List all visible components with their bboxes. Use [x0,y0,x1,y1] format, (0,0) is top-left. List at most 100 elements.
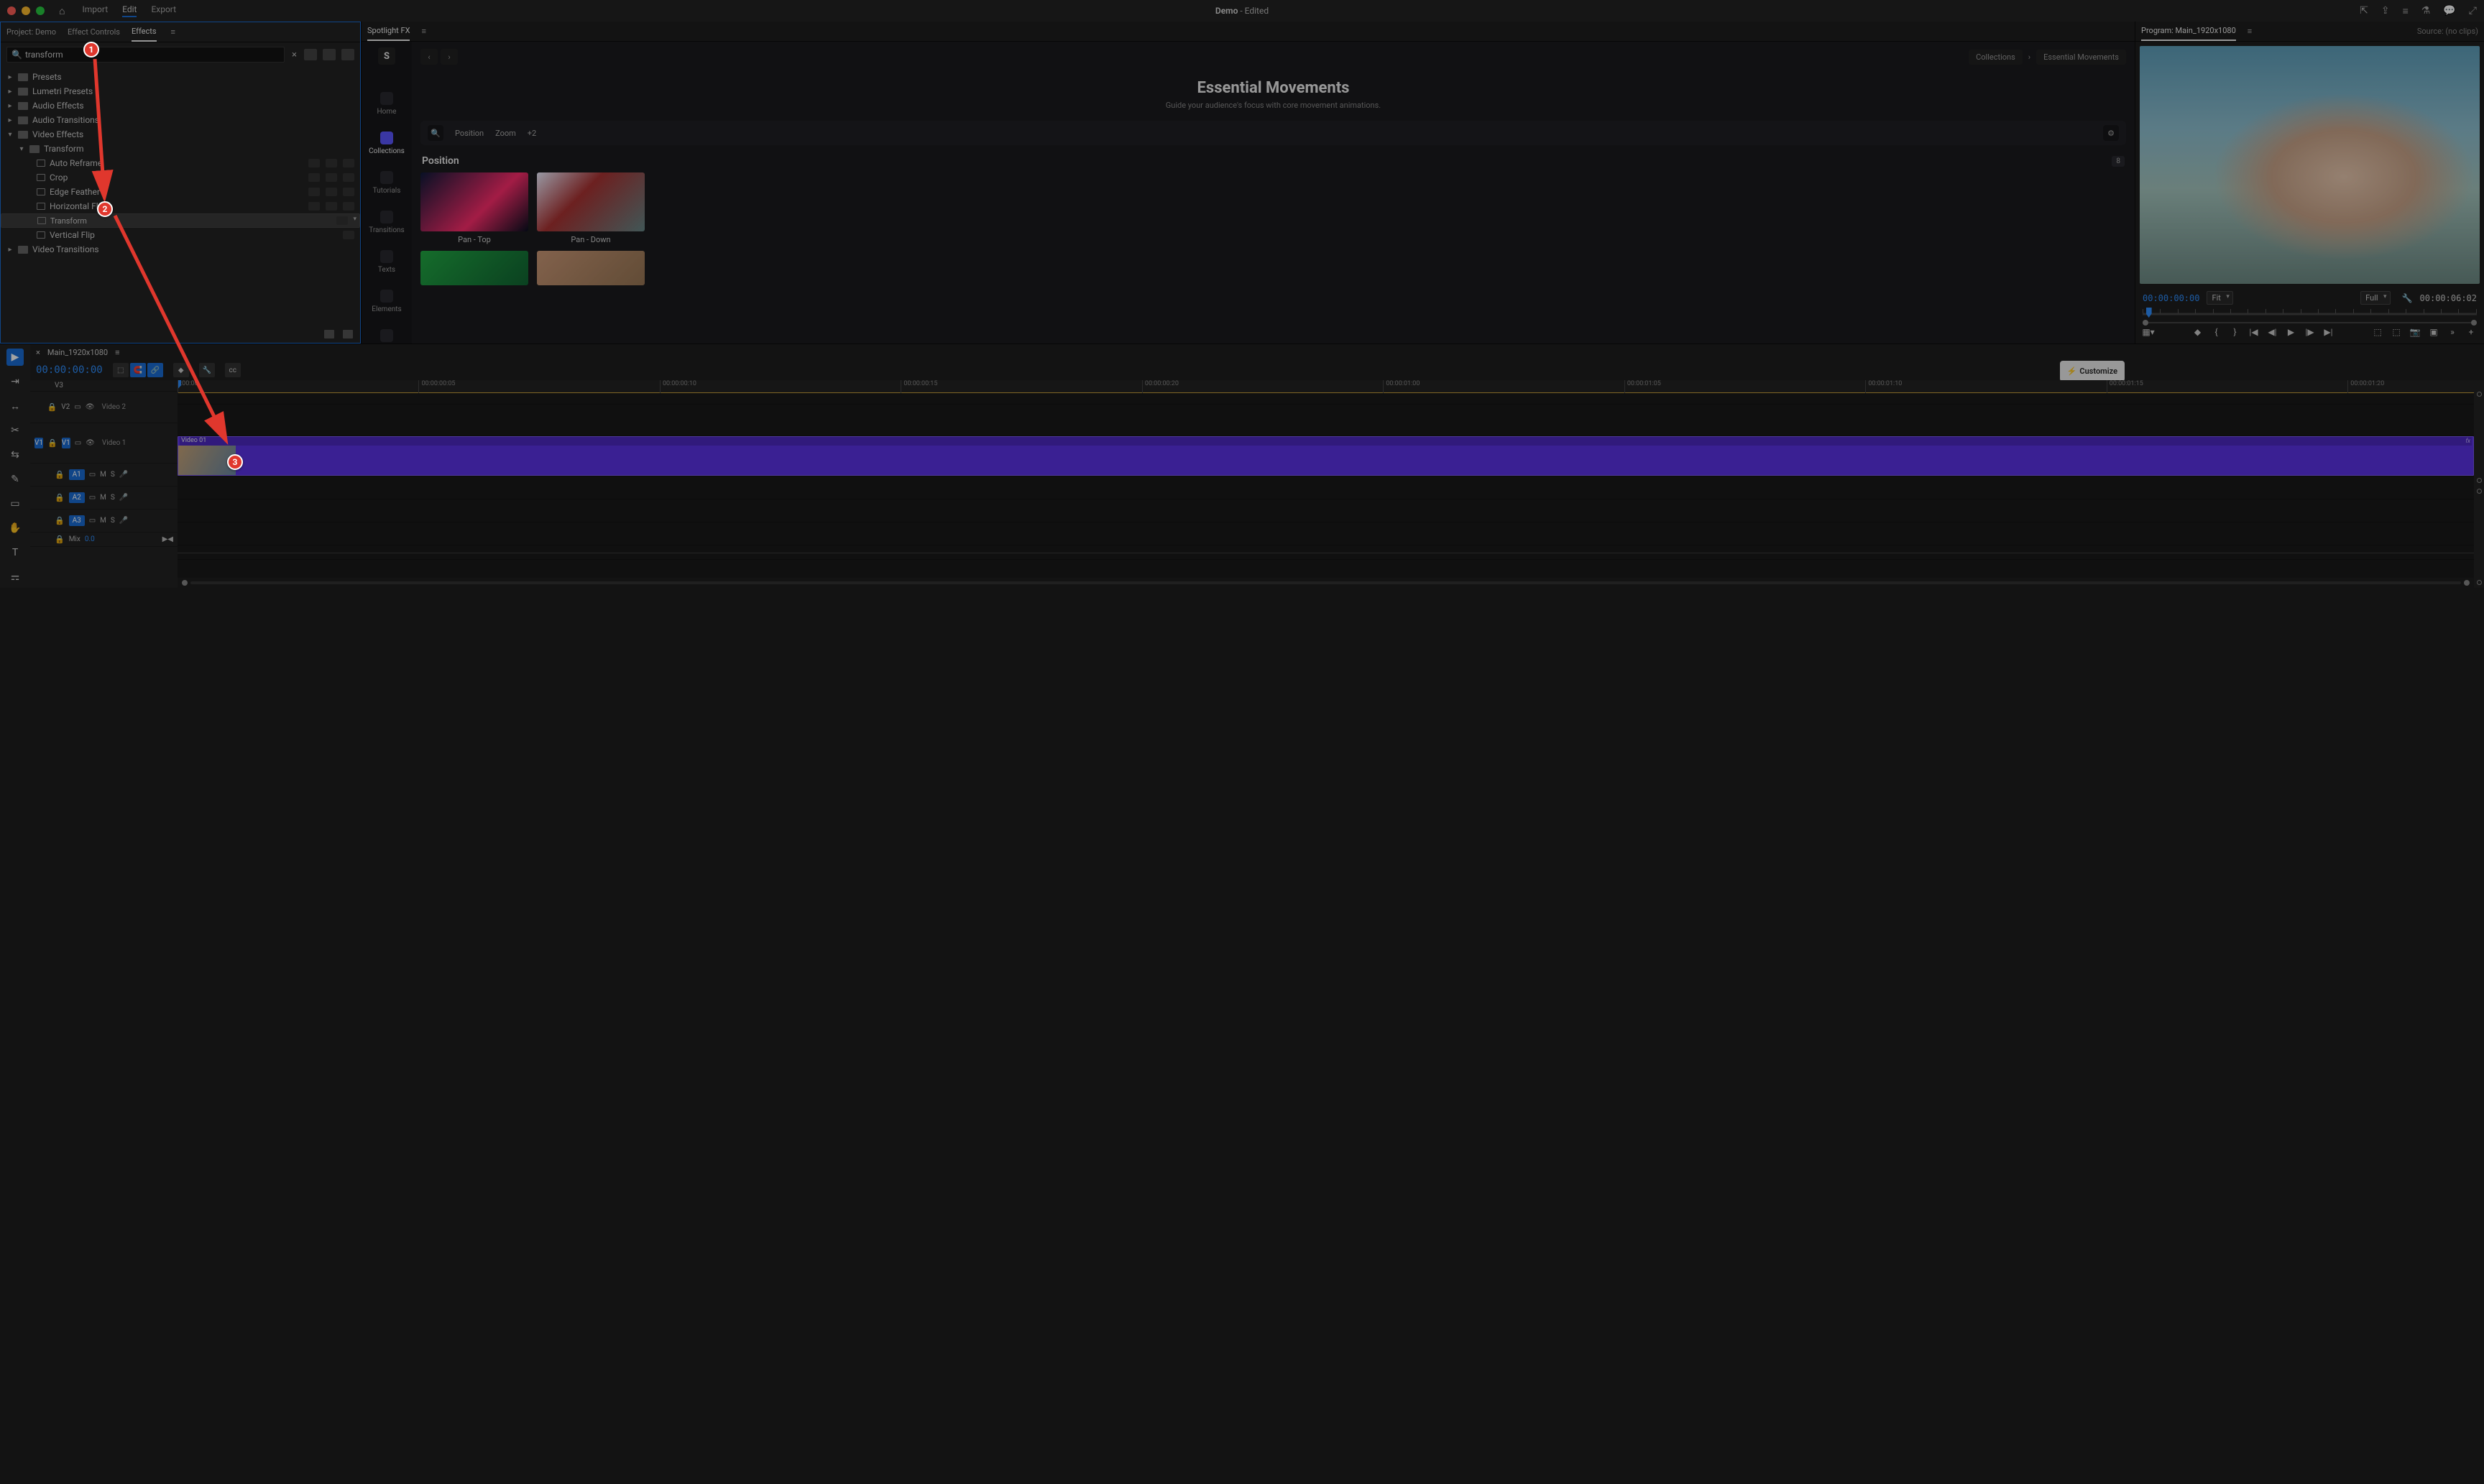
tree-effect-edge-feather[interactable]: Edge Feather [1,185,360,199]
track-target-a1[interactable]: A1 [69,469,85,480]
timeline-clip[interactable]: Video 01 fx [178,436,2474,476]
panel-menu-icon[interactable]: ≡ [115,348,119,357]
program-zoom-select[interactable]: Fit [2207,291,2232,305]
window-maximize-icon[interactable] [36,6,45,15]
plugin-filter-more[interactable]: +2 [528,129,536,138]
solo-icon[interactable]: S [111,517,115,525]
tool-hand[interactable]: ✋ [6,520,24,537]
solo-icon[interactable]: S [111,494,115,502]
workspace-tab-edit[interactable]: Edit [122,4,137,17]
workspace-tab-import[interactable]: Import [82,4,108,17]
track-label[interactable]: V3 [55,382,63,390]
track-eye-icon[interactable]: 👁 [86,439,95,447]
share-icon[interactable]: ⇪ [2381,5,2390,17]
clear-search-icon[interactable]: × [292,50,297,60]
program-scrubber[interactable] [2143,309,2477,319]
track-v-zoom-handle[interactable] [2477,478,2482,483]
add-button-icon[interactable]: + [2465,326,2477,338]
tool-type[interactable]: T [6,544,24,561]
plugin-filter-zoom[interactable]: Zoom [495,129,516,138]
lift-icon[interactable]: ⬚ [2372,326,2383,338]
track-target-a3[interactable]: A3 [69,515,85,526]
comparison-icon[interactable]: ▣ [2428,326,2439,338]
timeline-zoom-track[interactable] [190,581,2461,584]
workspace-tab-export[interactable]: Export [151,4,176,17]
plugin-tab[interactable]: Spotlight FX [367,22,410,41]
step-back-icon[interactable]: ◀| [2267,326,2278,338]
tree-effect-vertical-flip[interactable]: Vertical Flip [1,228,360,242]
tree-folder-lumetri[interactable]: ▸Lumetri Presets [1,84,360,98]
panel-menu-icon[interactable]: ≡ [2248,22,2252,40]
mute-icon[interactable]: M [100,471,106,479]
delete-icon[interactable] [343,330,353,338]
tl-marker-icon[interactable]: ◆ [173,363,189,377]
marker-dropdown-icon[interactable]: ▦▾ [2143,326,2154,338]
add-marker-icon[interactable]: ◆ [2192,326,2204,338]
tree-folder-audiofx[interactable]: ▸Audio Effects [1,98,360,113]
mute-icon[interactable]: M [100,494,106,502]
lock-icon[interactable]: 🔒 [55,470,65,479]
tool-slip[interactable]: ⇆ [6,446,24,464]
plugin-customize-button[interactable]: ⚡ Customize [2060,361,2125,382]
breadcrumb-item[interactable]: Collections [1969,50,2023,65]
timeline-playhead-tc[interactable]: 00:00:00:00 [36,364,103,376]
lock-icon[interactable]: 🔒 [55,493,65,502]
mix-value[interactable]: 0.0 [85,535,95,543]
zoom-handle-left[interactable] [2143,320,2148,326]
breadcrumb-item[interactable]: Essential Movements [2036,50,2126,65]
tl-settings-icon[interactable]: 🔧 [199,363,215,377]
tree-folder-audiotrans[interactable]: ▸Audio Transitions [1,113,360,127]
quick-export-icon[interactable]: ⇱ [2360,5,2368,17]
workspace-menu-icon[interactable]: ≡ [2403,5,2409,17]
mix-collapse-icon[interactable]: ▶◀ [162,535,173,543]
plugin-nav-tutorials[interactable]: Tutorials [362,164,412,202]
panel-menu-icon[interactable]: ≡ [421,22,426,40]
track-toggle-icon[interactable]: ▭ [75,439,81,447]
track-lane-mix[interactable] [178,545,2474,560]
track-target-v1[interactable]: V1 [62,438,70,448]
track-eye-icon[interactable]: 👁 [86,403,95,411]
home-icon[interactable]: ⌂ [59,5,65,17]
new-bin-icon[interactable] [324,330,334,338]
track-lane-v3[interactable] [178,393,2474,405]
tool-pen[interactable]: ✎ [6,471,24,488]
preset-type-icon[interactable] [341,49,354,60]
tree-effect-horizontal-flip[interactable]: Horizontal Flip [1,199,360,213]
program-resolution-select[interactable]: Full [2360,291,2390,305]
tree-effect-crop[interactable]: Crop [1,170,360,185]
go-to-out-icon[interactable]: ▶| [2323,326,2334,338]
program-monitor-viewport[interactable] [2140,46,2480,284]
plugin-nav-texts[interactable]: Texts [362,243,412,281]
tab-effect-controls[interactable]: Effect Controls [68,23,120,41]
mark-out-icon[interactable]: } [2230,326,2241,338]
tab-effects[interactable]: Effects [132,22,157,42]
tree-effect-auto-reframe[interactable]: Auto Reframe [1,156,360,170]
tool-ripple[interactable]: ↔ [6,397,24,415]
window-minimize-icon[interactable] [22,6,30,15]
lock-icon[interactable]: 🔒 [47,438,58,448]
comments-icon[interactable]: 💬 [2443,5,2455,17]
tree-effect-transform[interactable]: Transform [1,213,360,228]
tl-captions-icon[interactable]: cc [225,363,241,377]
plugin-filter-position[interactable]: Position [455,129,484,138]
tool-track-select[interactable]: ⇥ [6,373,24,390]
plugin-preset-card[interactable] [537,251,645,285]
go-to-in-icon[interactable]: |◀ [2248,326,2260,338]
effects-search-input[interactable] [25,50,280,60]
plugin-back-icon[interactable]: ‹ [420,49,438,65]
voice-icon[interactable]: 🎤 [119,494,128,502]
track-v-zoom-handle[interactable] [2477,392,2482,397]
tl-linked-toggle[interactable]: 🔗 [147,363,163,377]
lock-icon[interactable]: 🔒 [55,516,65,525]
track-lane-a3[interactable] [178,522,2474,545]
button-editor-icon[interactable]: » [2447,326,2458,338]
solo-icon[interactable]: S [111,471,115,479]
lock-icon[interactable]: 🔒 [55,535,65,544]
track-toggle-icon[interactable]: ▭ [89,517,96,525]
sequence-tab[interactable]: Main_1920x1080 [47,348,108,357]
track-lane-a1[interactable] [178,476,2474,499]
window-close-icon[interactable] [7,6,16,15]
tree-folder-videotrans[interactable]: ▸Video Transitions [1,242,360,257]
gpu-icon[interactable]: ⚗ [2421,5,2431,17]
voice-icon[interactable]: 🎤 [119,517,128,525]
